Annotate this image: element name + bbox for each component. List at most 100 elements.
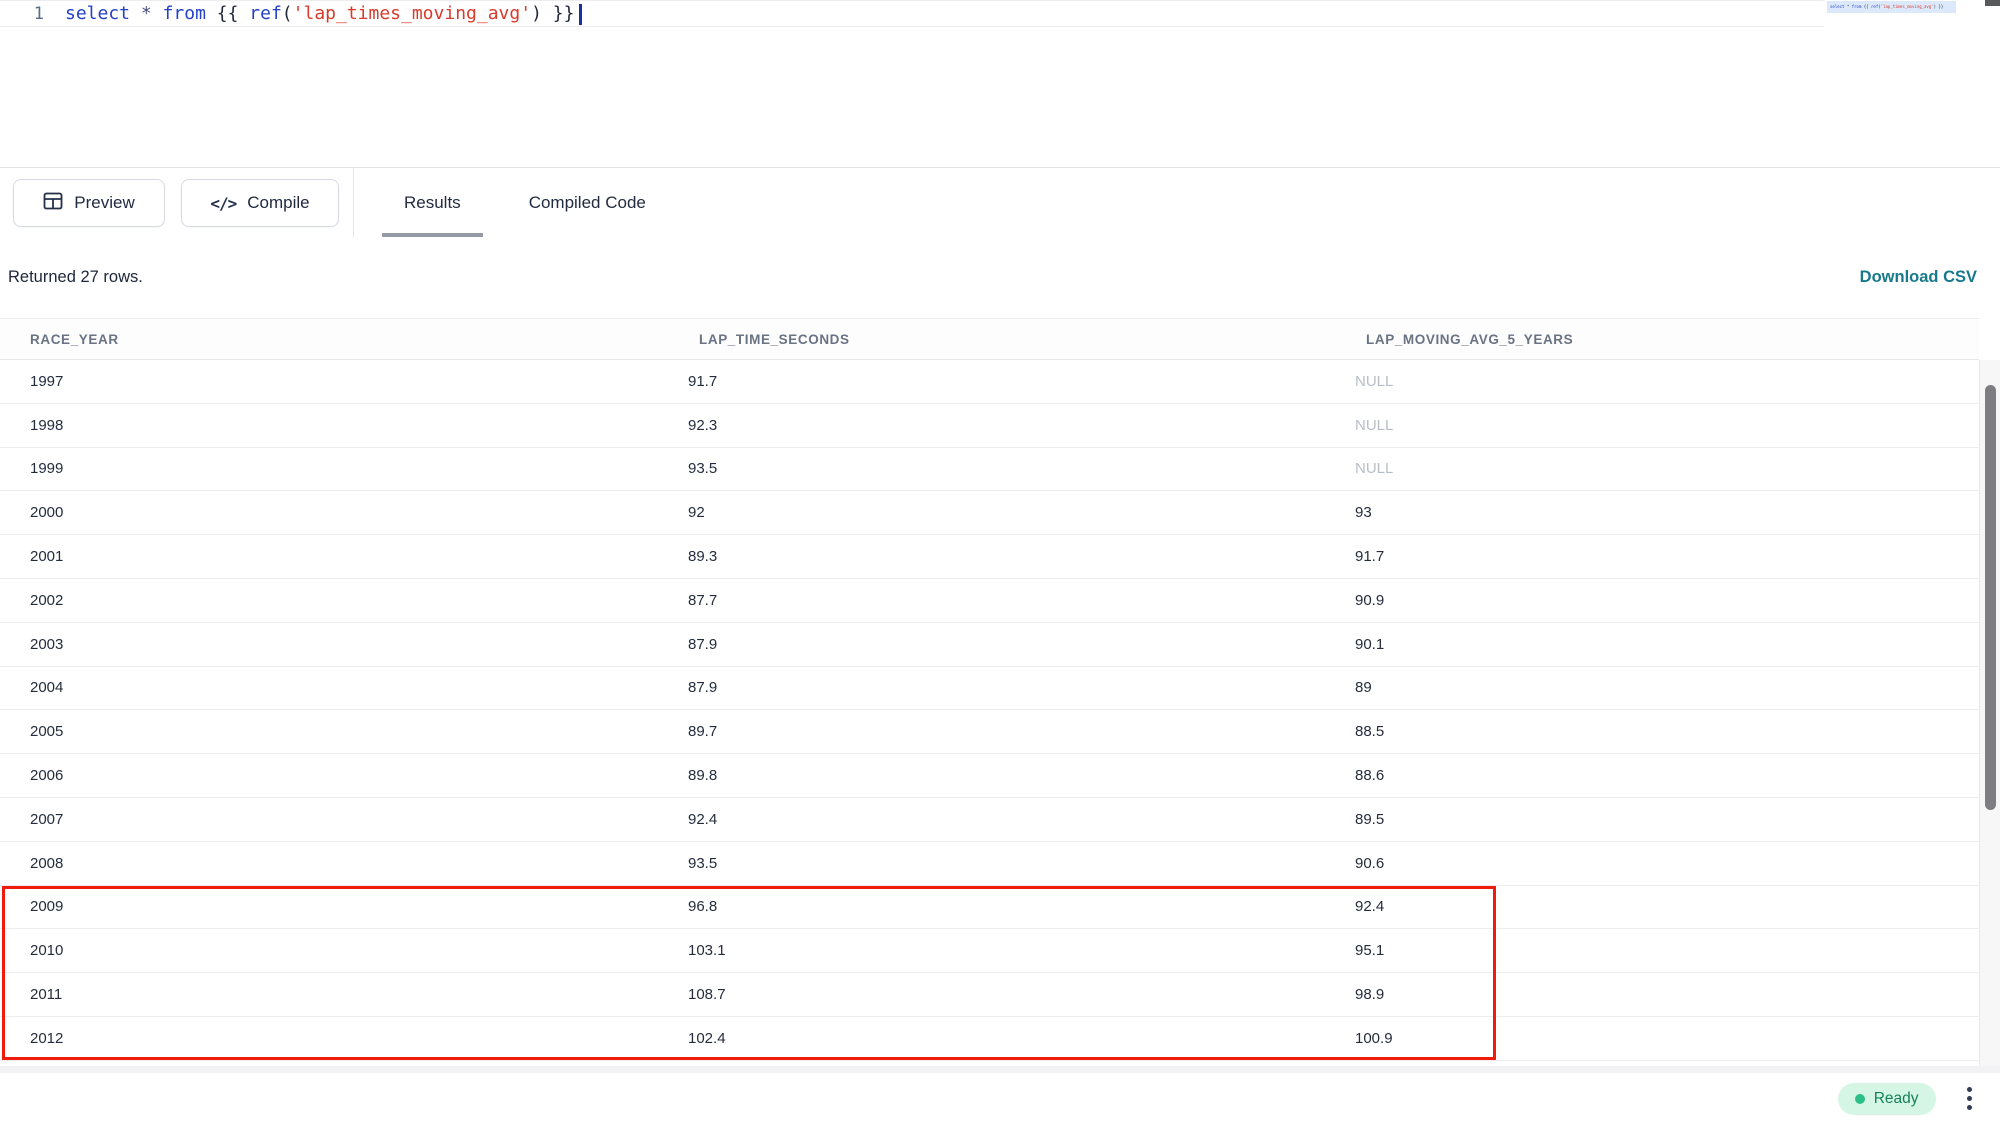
code-token: {{ xyxy=(206,3,249,24)
tabs: Results Compiled Code xyxy=(382,168,668,237)
table-header: RACE_YEARLAP_TIME_SECONDSLAP_MOVING_AVG_… xyxy=(0,318,1979,360)
code-editor[interactable]: 1 select * from {{ ref('lap_times_moving… xyxy=(0,0,2000,167)
table-cell: 90.9 xyxy=(1355,592,1979,609)
table-cell: 98.9 xyxy=(1355,986,1979,1003)
results-meta-row: Returned 27 rows. Download CSV xyxy=(0,237,2000,318)
code-line[interactable]: select * from {{ ref('lap_times_moving_a… xyxy=(44,0,582,27)
table-row: 199892.3NULL xyxy=(0,404,1979,448)
table-cell: NULL xyxy=(1355,373,1979,390)
table-cell: 2009 xyxy=(0,898,688,915)
code-token xyxy=(130,3,141,24)
tab-compiled-code[interactable]: Compiled Code xyxy=(507,168,668,237)
table-cell: 2007 xyxy=(0,811,688,828)
table-cell: 90.1 xyxy=(1355,636,1979,653)
code-line-tokens: select * from {{ ref('lap_times_moving_a… xyxy=(65,3,574,24)
table-cell: 87.9 xyxy=(688,636,1355,653)
table-cell: 87.7 xyxy=(688,592,1355,609)
table-cell: 2008 xyxy=(0,855,688,872)
horizontal-scrollbar-track[interactable] xyxy=(0,1066,2000,1073)
table-row: 20009293 xyxy=(0,491,1979,535)
table-row: 200487.989 xyxy=(0,667,1979,711)
table-cell: NULL xyxy=(1355,460,1979,477)
column-header: LAP_TIME_SECONDS xyxy=(688,332,1355,347)
table-row: 200589.788.5 xyxy=(0,710,1979,754)
green-dot-icon xyxy=(1855,1094,1865,1104)
table-cell: 88.5 xyxy=(1355,723,1979,740)
table-cell: 91.7 xyxy=(1355,548,1979,565)
minimap-line: select * from {{ ref('lap_times_moving_a… xyxy=(1827,1,1956,12)
download-csv-link[interactable]: Download CSV xyxy=(1860,268,1977,287)
table-cell: 91.7 xyxy=(688,373,1355,390)
table-row: 2011108.798.9 xyxy=(0,973,1979,1017)
code-token: from xyxy=(1852,4,1862,9)
table-cell: 1998 xyxy=(0,417,688,434)
code-token: select xyxy=(65,3,130,24)
table-cell: 2005 xyxy=(0,723,688,740)
minimap[interactable]: select * from {{ ref('lap_times_moving_a… xyxy=(1827,1,1956,13)
table-cell: 90.6 xyxy=(1355,855,1979,872)
table-cell: 89.8 xyxy=(688,767,1355,784)
table-cell: 2006 xyxy=(0,767,688,784)
tab-results[interactable]: Results xyxy=(382,168,483,237)
vertical-scrollbar-track[interactable] xyxy=(1979,360,2000,1066)
table-cell: 92.4 xyxy=(1355,898,1979,915)
table-cell: 92.3 xyxy=(688,417,1355,434)
table-cell: 2011 xyxy=(0,986,688,1003)
code-token: ( xyxy=(282,3,293,24)
code-token: ) xyxy=(531,3,542,24)
table-body: 199791.7NULL199892.3NULL199993.5NULL2000… xyxy=(0,360,1979,1061)
table-cell: 100.9 xyxy=(1355,1030,1979,1047)
code-token: }} xyxy=(1936,4,1943,9)
table-row: 2010103.195.1 xyxy=(0,929,1979,973)
table-cell: 93.5 xyxy=(688,460,1355,477)
table-row: 200893.590.6 xyxy=(0,842,1979,886)
code-icon: </> xyxy=(210,194,236,213)
kebab-menu-icon[interactable] xyxy=(1963,1083,1977,1115)
preview-button-label: Preview xyxy=(74,193,134,213)
code-token: from xyxy=(163,3,206,24)
table-cell: 2003 xyxy=(0,636,688,653)
table-row: 200689.888.6 xyxy=(0,754,1979,798)
table-cell: 102.4 xyxy=(688,1030,1355,1047)
table-row: 200287.790.9 xyxy=(0,579,1979,623)
compile-button-label: Compile xyxy=(247,193,309,213)
code-token: {{ xyxy=(1861,4,1871,9)
table-row: 199791.7NULL xyxy=(0,360,1979,404)
table-cell: 103.1 xyxy=(688,942,1355,959)
table-cell: 2004 xyxy=(0,679,688,696)
code-token xyxy=(152,3,163,24)
table-cell: 95.1 xyxy=(1355,942,1979,959)
table-cell: 108.7 xyxy=(688,986,1355,1003)
table-cell: 87.9 xyxy=(688,679,1355,696)
preview-button[interactable]: Preview xyxy=(13,179,165,227)
table-cell: 96.8 xyxy=(688,898,1355,915)
table-cell: 92.4 xyxy=(688,811,1355,828)
status-badge-label: Ready xyxy=(1874,1090,1919,1108)
table-cell: 89 xyxy=(1355,679,1979,696)
table-row: 200792.489.5 xyxy=(0,798,1979,842)
results-toolbar: Preview </> Compile Results Compiled Code xyxy=(0,167,2000,237)
status-badge[interactable]: Ready xyxy=(1838,1083,1936,1115)
code-token: ref xyxy=(249,3,282,24)
text-cursor xyxy=(579,4,582,25)
row-count-text: Returned 27 rows. xyxy=(8,268,143,287)
table-cell: 1999 xyxy=(0,460,688,477)
table-cell: 89.7 xyxy=(688,723,1355,740)
table-cell: 92 xyxy=(688,504,1355,521)
table-cell: 93.5 xyxy=(688,855,1355,872)
table-cell: 1997 xyxy=(0,373,688,390)
table-cell: 88.6 xyxy=(1355,767,1979,784)
table-grid-icon xyxy=(43,191,63,216)
column-header: RACE_YEAR xyxy=(0,332,688,347)
vertical-scrollbar-thumb[interactable] xyxy=(1985,385,1996,810)
table-cell: 2001 xyxy=(0,548,688,565)
compile-button[interactable]: </> Compile xyxy=(181,179,339,227)
table-cell: 2010 xyxy=(0,942,688,959)
results-table: RACE_YEARLAP_TIME_SECONDSLAP_MOVING_AVG_… xyxy=(0,318,1979,1061)
code-token: * xyxy=(141,3,152,24)
table-cell: NULL xyxy=(1355,417,1979,434)
code-token: 'lap_times_moving_avg' xyxy=(293,3,531,24)
table-cell: 2002 xyxy=(0,592,688,609)
editor-scrollbar-thumb[interactable] xyxy=(1985,0,2000,6)
table-cell: 89.3 xyxy=(688,548,1355,565)
